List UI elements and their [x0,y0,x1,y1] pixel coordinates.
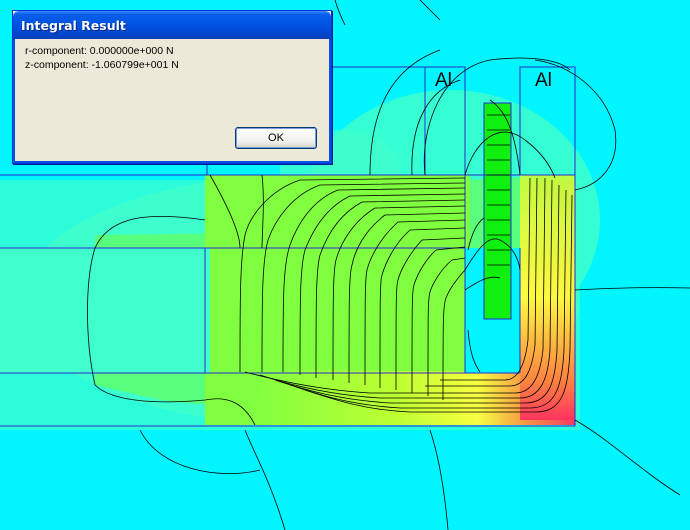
dialog-body: r-component: 0.000000e+000 N z-component… [13,39,331,163]
ok-button[interactable]: OK [235,127,317,149]
dialog-title: Integral Result [21,17,126,33]
region-label-outer-aluminum: Al [535,70,552,91]
z-component-text: z-component: -1.060799e+001 N [25,59,179,71]
coil [483,102,512,320]
r-component-text: r-component: 0.000000e+000 N [25,45,174,57]
region-label-inner-aluminum: Al [435,70,452,91]
dialog-titlebar[interactable]: Integral Result [13,11,331,39]
integral-result-dialog: Integral Result r-component: 0.000000e+0… [12,10,332,164]
